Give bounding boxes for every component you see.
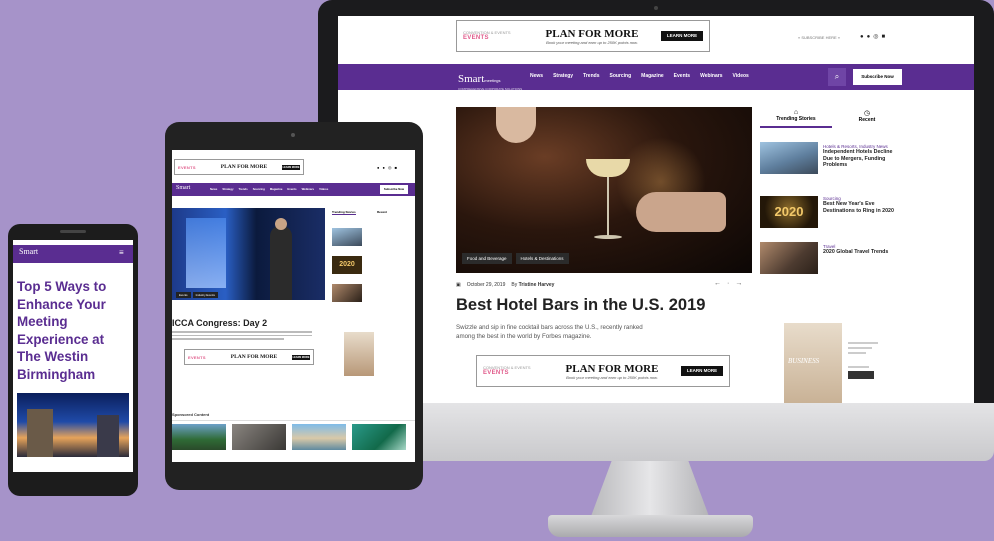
nav-videos[interactable]: Videos: [733, 73, 749, 79]
tab-recent[interactable]: ◷ Recent: [834, 109, 900, 127]
article-meta: ▣ October 29, 2019 By Tristine Harvey: [456, 282, 555, 288]
sidebar-item[interactable]: Travel 2020 Global Travel Trends: [823, 244, 903, 256]
monitor-stand-neck: [590, 461, 710, 519]
desktop-screen: CONVENTION & EVENTS EVENTS PLAN FOR MORE…: [338, 16, 974, 403]
phone-screen: Smart ≡ Top 5 Ways to Enhance Your Meeti…: [13, 240, 133, 472]
tablet-nav-menu: News Strategy Trends Sourcing Magazine E…: [210, 187, 329, 191]
smart-logo[interactable]: Smart: [19, 247, 38, 256]
sidebar-thumb[interactable]: 2020: [760, 196, 818, 228]
desktop-ad-banner-bottom[interactable]: CONVENTION & EVENTS EVENTS PLAN FOR MORE…: [476, 355, 730, 387]
sponsored-thumb[interactable]: [172, 424, 226, 450]
arrow-right-icon[interactable]: →: [735, 280, 748, 287]
nav-webinars[interactable]: Webinars: [700, 73, 722, 79]
sponsored-content-title: Sponsored Content: [172, 412, 210, 417]
sidebar-thumb[interactable]: 2020: [332, 256, 362, 274]
desktop-ad-banner[interactable]: CONVENTION & EVENTS EVENTS PLAN FOR MORE…: [456, 20, 710, 52]
search-icon[interactable]: ⌕: [828, 68, 846, 86]
sponsored-thumb[interactable]: [352, 424, 406, 450]
hamburger-menu-icon[interactable]: ≡: [119, 248, 124, 257]
subscribe-now-button[interactable]: Subscribe Now: [380, 185, 408, 194]
phone-article-image[interactable]: [17, 393, 129, 457]
subscribe-now-button[interactable]: Subscribe Now: [853, 69, 902, 85]
tablet-ad-banner[interactable]: EVENTS PLAN FOR MORE LEARN MORE: [174, 159, 304, 175]
sidebar-thumb[interactable]: [760, 142, 818, 174]
ad-headline: PLAN FOR MORE: [545, 27, 639, 40]
nav-magazine[interactable]: Magazine: [641, 73, 664, 79]
hero-tags: Events Industry Events: [176, 292, 218, 298]
slider-arrows[interactable]: ←·→: [714, 280, 748, 287]
smart-logo[interactable]: Smartmeetings COMPREHENSIVE CORPORATE SO…: [458, 69, 522, 91]
sponsored-thumb[interactable]: [232, 424, 286, 450]
phone-speaker: [60, 230, 86, 233]
subscribe-link[interactable]: « SUBSCRIBE HERE »: [798, 35, 840, 40]
learn-more-button[interactable]: LEARN MORE: [282, 164, 300, 170]
events-logo: EVENTS: [463, 35, 489, 41]
nav-events[interactable]: Events: [674, 73, 690, 79]
sidebar-thumb[interactable]: [760, 242, 818, 274]
nav-strategy[interactable]: Strategy: [553, 73, 573, 79]
article-date: October 29, 2019: [466, 282, 506, 288]
instagram-icon[interactable]: ◎: [873, 34, 881, 40]
article-author[interactable]: Tristine Harvey: [519, 282, 555, 288]
camera-dot: [654, 6, 658, 10]
tab-trending[interactable]: ⌂ Trending Stories: [760, 109, 832, 128]
magazine-info: [848, 342, 878, 379]
monitor-stand-base: [548, 515, 753, 537]
hero-tag[interactable]: Food and Beverage: [462, 253, 512, 264]
tablet-article-excerpt: [172, 331, 312, 340]
tablet-article-title[interactable]: ICCA Congress: Day 2: [172, 318, 267, 328]
linkedin-icon[interactable]: ■: [882, 34, 889, 40]
tablet-hero-image[interactable]: [172, 208, 325, 300]
hero-tags: Food and Beverage Hotels & Destinations: [462, 253, 569, 264]
ad-subline: Book your meeting and earn up to 250K po…: [546, 39, 638, 45]
hero-tag[interactable]: Hotels & Destinations: [515, 253, 569, 264]
tablet-camera: [291, 133, 295, 137]
sidebar-thumb[interactable]: [332, 228, 362, 246]
sponsored-thumb[interactable]: [292, 424, 346, 450]
sidebar-thumb[interactable]: [332, 284, 362, 302]
article-excerpt: Swizzle and sip in fine cocktail bars ac…: [456, 324, 643, 340]
smart-logo[interactable]: Smart: [176, 185, 190, 191]
tab-trending[interactable]: Trending Stories: [332, 210, 356, 215]
sidebar-item[interactable]: Hotels & Resorts, Industry News Independ…: [823, 144, 903, 169]
home-icon: ⌂: [793, 109, 799, 116]
phone-article-headline[interactable]: Top 5 Ways to Enhance Your Meeting Exper…: [17, 278, 129, 383]
social-icons[interactable]: ●●◎■: [860, 33, 888, 40]
article-title[interactable]: Best Hotel Bars in the U.S. 2019: [456, 296, 705, 315]
calendar-icon: ▣: [456, 282, 461, 288]
sidebar-item[interactable]: Sourcing Best New Year's Eve Destination…: [823, 196, 903, 214]
clock-icon: ◷: [863, 110, 871, 117]
social-icons[interactable]: ● ● ◎ ■: [377, 165, 398, 170]
nav-sourcing[interactable]: Sourcing: [609, 73, 631, 79]
magazine-cover[interactable]: [344, 332, 374, 376]
desktop-nav-menu: News Strategy Trends Sourcing Magazine E…: [530, 73, 749, 79]
divider: [172, 420, 415, 421]
tab-recent[interactable]: Recent: [377, 210, 387, 214]
tablet-ad-banner-bottom[interactable]: EVENTS PLAN FOR MORE LEARN MORE: [184, 349, 314, 365]
hero-image[interactable]: [456, 107, 752, 273]
tablet-screen: EVENTS PLAN FOR MORE LEARN MORE ● ● ◎ ■ …: [172, 150, 415, 462]
learn-more-button[interactable]: LEARN MORE: [681, 366, 723, 376]
facebook-icon[interactable]: ●: [860, 34, 867, 40]
arrow-left-icon[interactable]: ←: [714, 280, 727, 287]
magazine-cover[interactable]: BUSINESS: [784, 323, 842, 403]
nav-news[interactable]: News: [530, 73, 543, 79]
nav-trends[interactable]: Trends: [583, 73, 599, 79]
learn-more-button[interactable]: LEARN MORE: [661, 31, 703, 41]
